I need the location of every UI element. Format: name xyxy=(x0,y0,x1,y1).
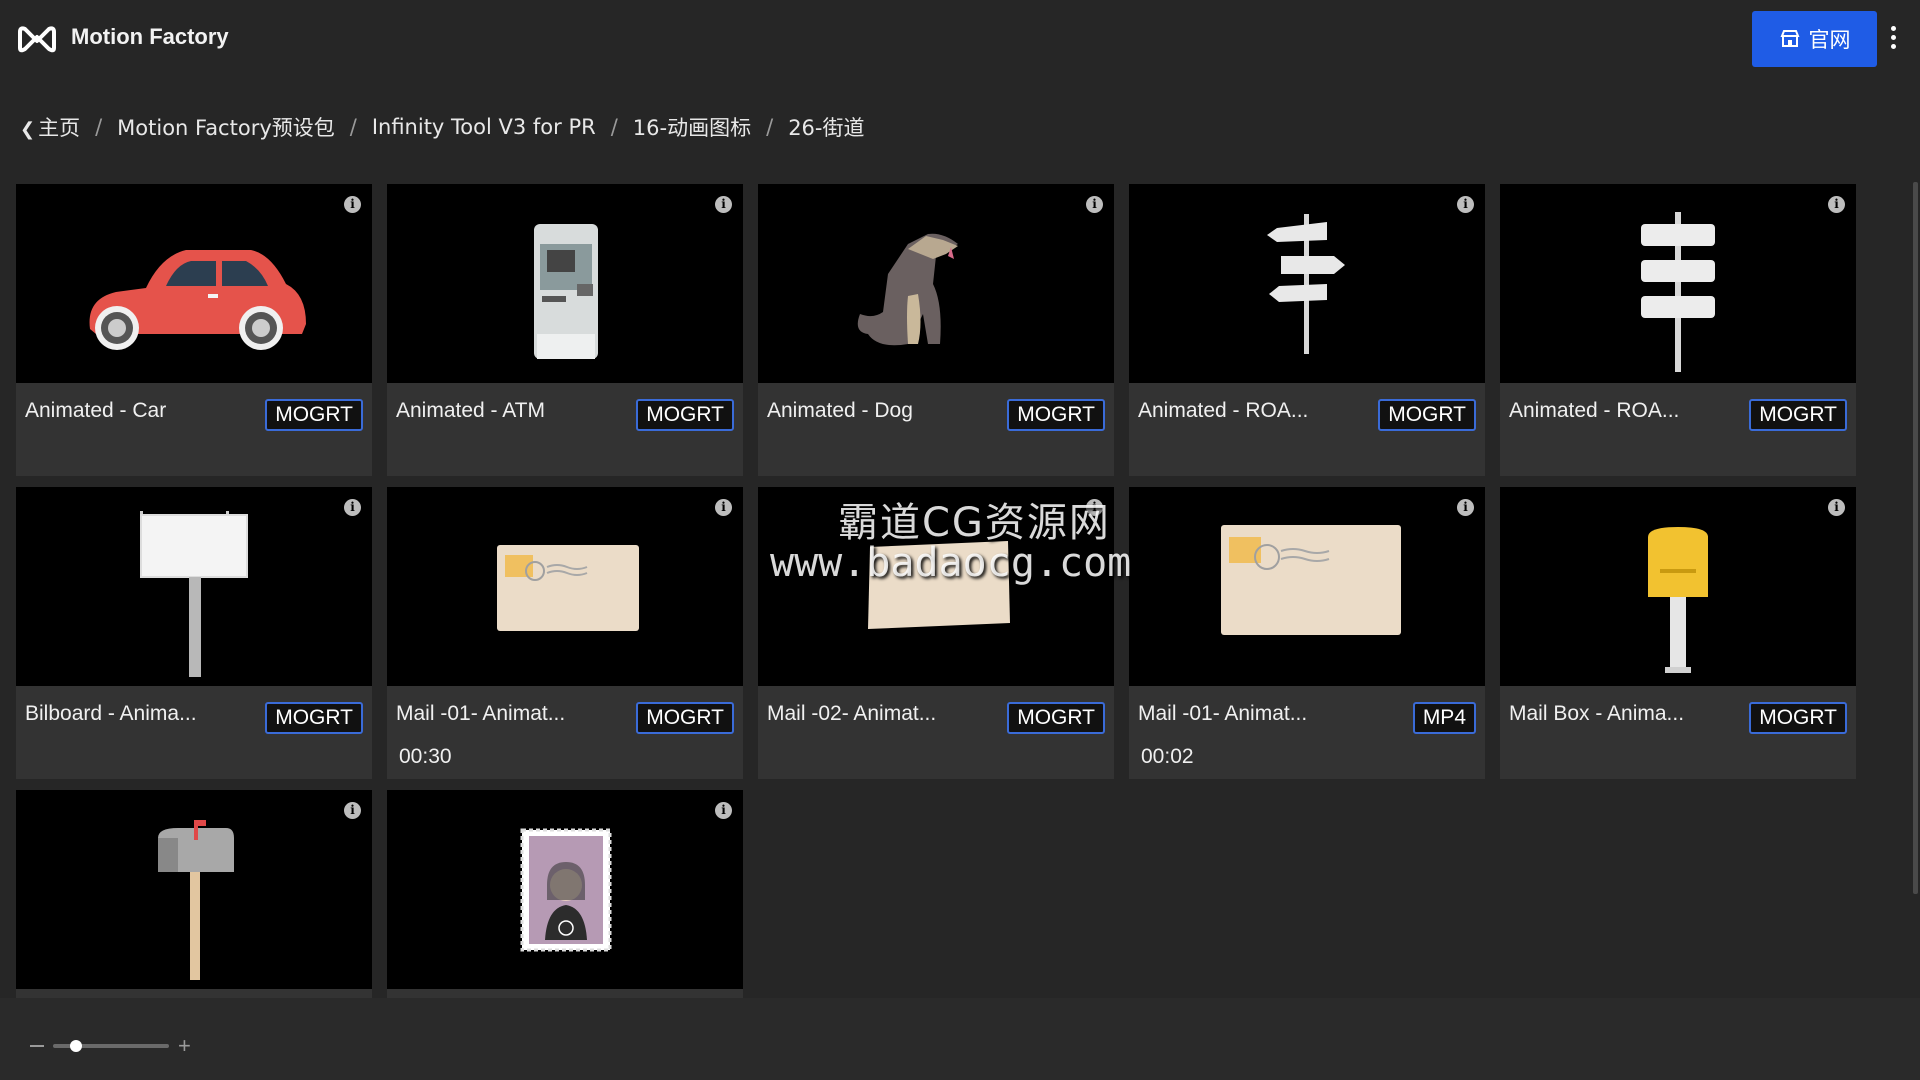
preset-thumbnail[interactable]: i xyxy=(16,790,372,989)
info-icon[interactable]: i xyxy=(1457,499,1474,516)
preset-card[interactable]: i xyxy=(16,790,372,998)
watermark-url: www.badaocg.com xyxy=(770,540,1132,586)
format-badge: MOGRT xyxy=(636,702,734,734)
info-icon[interactable]: i xyxy=(1457,196,1474,213)
breadcrumb-current: 26-街道 xyxy=(788,116,865,140)
breadcrumb-separator: / xyxy=(95,115,103,139)
zoom-in-icon[interactable]: + xyxy=(178,1035,191,1057)
info-icon[interactable]: i xyxy=(715,499,732,516)
format-badge: MOGRT xyxy=(1007,399,1105,431)
format-badge: MOGRT xyxy=(265,399,363,431)
breadcrumb: ❮ 主页 / Motion Factory预设包 / Infinity Tool … xyxy=(20,112,865,142)
preset-thumbnail[interactable]: i xyxy=(16,184,372,383)
preset-thumbnail[interactable]: i xyxy=(387,790,743,989)
preset-thumbnail[interactable]: i xyxy=(1129,487,1485,686)
store-icon xyxy=(1780,30,1799,47)
format-badge: MP4 xyxy=(1412,702,1476,734)
format-badge: MOGRT xyxy=(1749,702,1847,734)
billboard-icon xyxy=(140,511,248,677)
card-title: Mail -01- Animat... xyxy=(1138,702,1308,725)
info-icon[interactable]: i xyxy=(1828,196,1845,213)
signpost-icon xyxy=(1267,214,1345,354)
preset-card[interactable]: i Mail Box - Anima... MOGRT xyxy=(1500,487,1856,779)
mailbox-icon xyxy=(1648,527,1708,673)
format-badge: MOGRT xyxy=(1749,399,1847,431)
zoom-out-icon[interactable] xyxy=(30,1045,44,1047)
breadcrumb-home-label: 主页 xyxy=(38,116,81,140)
card-title: Animated - ATM xyxy=(396,399,545,422)
preset-thumbnail[interactable]: i xyxy=(758,184,1114,383)
info-icon[interactable]: i xyxy=(344,499,361,516)
breadcrumb-item[interactable]: 16-动画图标 xyxy=(633,112,751,142)
preset-card[interactable]: i Mail -01- Animat... MP4 00:02 xyxy=(1129,487,1485,779)
mailbox-post-icon xyxy=(158,820,234,980)
preset-card[interactable]: i xyxy=(387,790,743,998)
official-site-button[interactable]: 官网 xyxy=(1752,11,1877,67)
info-icon[interactable]: i xyxy=(1828,499,1845,516)
format-badge: MOGRT xyxy=(1378,399,1476,431)
card-title: Animated - ROA... xyxy=(1138,399,1309,422)
breadcrumb-separator: / xyxy=(349,115,357,139)
dog-icon xyxy=(857,233,958,346)
signpost-boards-icon xyxy=(1641,212,1715,372)
stamp-icon xyxy=(520,828,612,952)
bottom-bar xyxy=(0,998,1920,1080)
info-icon[interactable]: i xyxy=(344,802,361,819)
app-title: Motion Factory xyxy=(71,24,229,49)
preset-card[interactable]: i Animated - ROA... MOGRT xyxy=(1500,184,1856,476)
breadcrumb-home[interactable]: ❮ 主页 xyxy=(20,112,80,142)
preset-card[interactable]: i Mail -01- Animat... MOGRT 00:30 xyxy=(387,487,743,779)
format-badge: MOGRT xyxy=(1007,702,1105,734)
official-site-label: 官网 xyxy=(1808,28,1851,52)
motion-factory-logo-icon[interactable] xyxy=(16,22,58,54)
atm-icon xyxy=(534,224,598,359)
card-title: Mail Box - Anima... xyxy=(1509,702,1685,725)
chevron-left-icon: ❮ xyxy=(20,119,36,140)
card-title: Animated - Car xyxy=(25,399,167,422)
preset-card[interactable]: i Animated - ATM MOGRT xyxy=(387,184,743,476)
card-title: Mail -01- Animat... xyxy=(396,702,566,725)
info-icon[interactable]: i xyxy=(344,196,361,213)
preset-thumbnail[interactable]: i xyxy=(1500,184,1856,383)
info-icon[interactable]: i xyxy=(715,802,732,819)
breadcrumb-item[interactable]: Infinity Tool V3 for PR xyxy=(372,115,596,139)
preset-card[interactable]: i Animated - ROA... MOGRT xyxy=(1129,184,1485,476)
preset-thumbnail[interactable]: i xyxy=(1500,487,1856,686)
duration: 00:30 xyxy=(399,745,452,768)
preset-thumbnail[interactable]: i xyxy=(387,487,743,686)
format-badge: MOGRT xyxy=(265,702,363,734)
preset-thumbnail[interactable]: i xyxy=(387,184,743,383)
format-badge: MOGRT xyxy=(636,399,734,431)
preset-card[interactable]: i Animated - Dog MOGRT xyxy=(758,184,1114,476)
card-title: Mail -02- Animat... xyxy=(767,702,937,725)
more-menu-icon[interactable] xyxy=(1890,26,1898,52)
info-icon[interactable]: i xyxy=(715,196,732,213)
envelope-icon xyxy=(497,545,639,631)
preset-thumbnail[interactable]: i xyxy=(1129,184,1485,383)
preset-card[interactable]: i Animated - Car MOGRT xyxy=(16,184,372,476)
card-title: Animated - ROA... xyxy=(1509,399,1680,422)
envelope-icon xyxy=(1221,525,1401,635)
preset-thumbnail[interactable]: i xyxy=(16,487,372,686)
vertical-scrollbar[interactable] xyxy=(1913,182,1918,894)
card-title: Bilboard - Anima... xyxy=(25,702,197,725)
info-icon[interactable]: i xyxy=(1086,196,1103,213)
car-icon xyxy=(89,250,306,350)
duration: 00:02 xyxy=(1141,745,1194,768)
preset-grid: i Animated - Car MOGRT i Animated - ATM … xyxy=(16,184,1862,998)
card-title: Animated - Dog xyxy=(767,399,913,422)
breadcrumb-item[interactable]: Motion Factory预设包 xyxy=(117,112,335,142)
preset-card[interactable]: i Bilboard - Anima... MOGRT xyxy=(16,487,372,779)
breadcrumb-separator: / xyxy=(610,115,618,139)
breadcrumb-separator: / xyxy=(766,115,774,139)
top-bar: Motion Factory 官网 xyxy=(0,0,1920,77)
